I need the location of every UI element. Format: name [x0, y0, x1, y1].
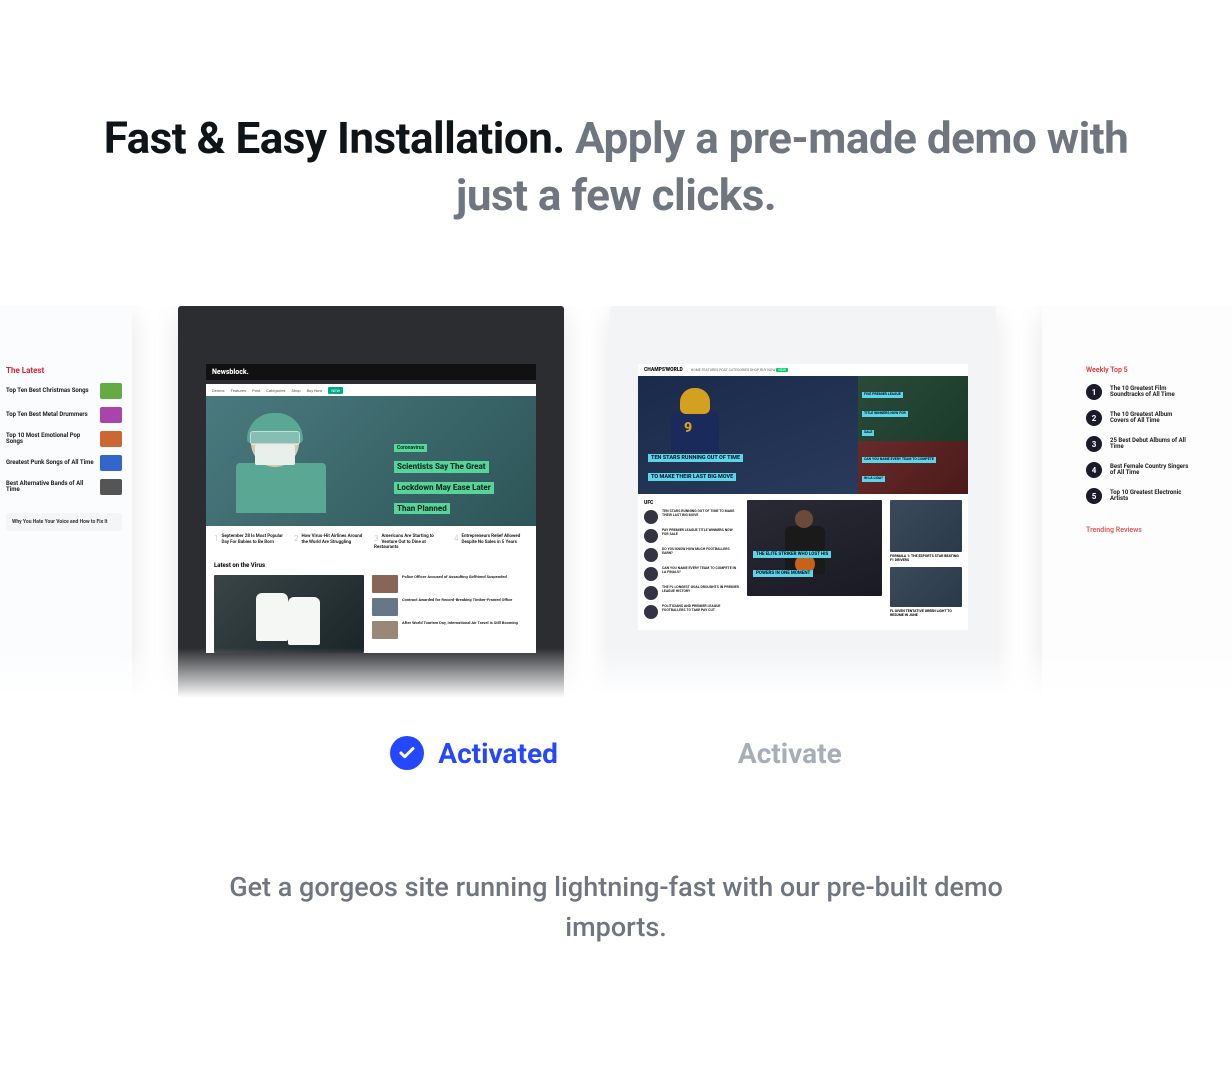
hero-title-bold: Fast & Easy Installation.: [104, 112, 565, 164]
demo-card-newsblock[interactable]: Newsblock. DemosFeaturesPostCategoriesSh…: [178, 306, 564, 698]
subtitle: Get a gorgeos site running lightning-fas…: [0, 868, 1232, 946]
demo-card-sports[interactable]: CHAMPS'WORLDHOME FEATURES POST CATEGORIE…: [610, 306, 996, 698]
activate-button[interactable]: Activate: [738, 736, 842, 770]
activate-label: Activate: [738, 737, 842, 770]
demo-card-reviews[interactable]: Weekly Top 5 1The 10 Greatest Film Sound…: [1042, 306, 1232, 698]
section-label: Weekly Top 5: [1086, 366, 1232, 374]
section-label: The Latest: [6, 366, 122, 375]
demo-card-music[interactable]: The Latest Top Ten Best Christmas Songs …: [0, 306, 132, 698]
hero-title: Fast & Easy Installation. Apply a pre-ma…: [0, 0, 1232, 224]
action-row: Activated Activate: [0, 736, 1232, 770]
check-icon: [390, 736, 424, 770]
activated-label: Activated: [438, 737, 558, 770]
activated-button[interactable]: Activated: [390, 736, 558, 770]
demo-carousel: The Latest Top Ten Best Christmas Songs …: [0, 306, 1232, 698]
